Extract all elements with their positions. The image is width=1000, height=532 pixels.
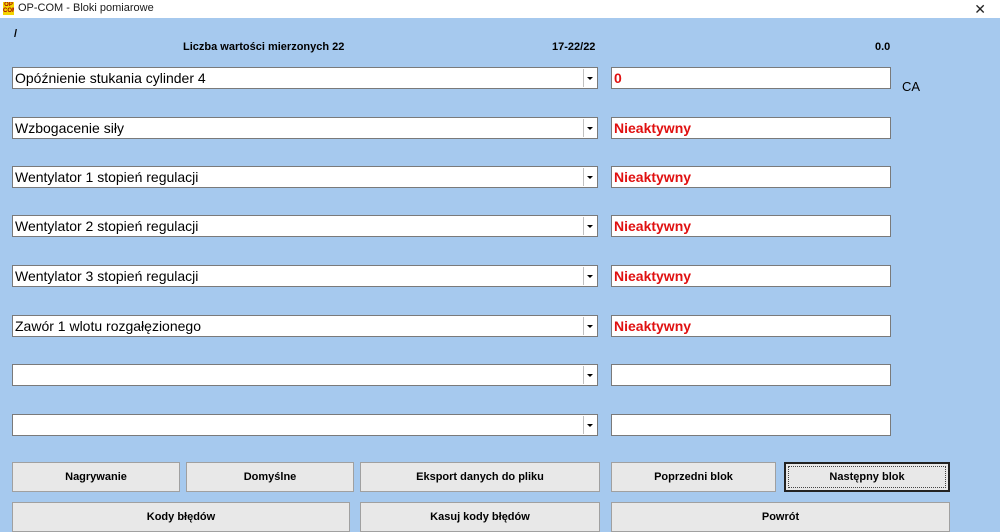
value-field-6: Nieaktywny — [611, 315, 891, 337]
window-title: OP-COM - Bloki pomiarowe — [18, 2, 154, 14]
value-text: Nieaktywny — [614, 318, 692, 334]
parameter-select-text: Wentylator 3 stopień regulacji — [15, 268, 199, 284]
next-block-button[interactable]: Następny blok — [784, 462, 950, 492]
value-field-8 — [611, 414, 891, 436]
previous-block-button[interactable]: Poprzedni blok — [611, 462, 776, 492]
export-button[interactable]: Eksport danych do pliku — [360, 462, 600, 492]
chevron-down-icon[interactable] — [583, 317, 596, 335]
unit-label-1: CA — [902, 79, 921, 94]
value-field-7 — [611, 364, 891, 386]
chevron-down-icon[interactable] — [583, 119, 596, 137]
measured-values-count: Liczba wartości mierzonych 22 — [183, 41, 345, 53]
parameter-select-text: Opóźnienie stukania cylinder 4 — [15, 70, 206, 86]
back-button[interactable]: Powrót — [611, 502, 950, 532]
close-icon[interactable]: ✕ — [974, 0, 986, 18]
app-logo-icon: OP COM — [3, 2, 14, 15]
chevron-down-icon[interactable] — [583, 168, 596, 186]
value-field-4: Nieaktywny — [611, 215, 891, 237]
value-field-1: 0 — [611, 67, 891, 89]
parameter-select-6[interactable]: Zawór 1 wlotu rozgałęzionego — [12, 315, 598, 337]
parameter-select-text: Wentylator 1 stopień regulacji — [15, 169, 199, 185]
chevron-down-icon[interactable] — [583, 69, 596, 87]
parameter-select-text: Zawór 1 wlotu rozgałęzionego — [15, 318, 201, 334]
block-range: 17-22/22 — [552, 41, 596, 53]
value-text: 0 — [614, 70, 622, 86]
parameter-select-text: Wentylator 2 stopień regulacji — [15, 218, 199, 234]
value-text: Nieaktywny — [614, 268, 692, 284]
chevron-down-icon[interactable] — [583, 217, 596, 235]
chevron-down-icon[interactable] — [583, 366, 596, 384]
value-field-2: Nieaktywny — [611, 117, 891, 139]
value-field-3: Nieaktywny — [611, 166, 891, 188]
parameter-select-8[interactable] — [12, 414, 598, 436]
value-text: Nieaktywny — [614, 218, 692, 234]
value-text: Nieaktywny — [614, 169, 692, 185]
chevron-down-icon[interactable] — [583, 267, 596, 285]
header-value: 0.0 — [875, 41, 891, 53]
parameter-select-7[interactable] — [12, 364, 598, 386]
title-bar: OP COM OP-COM - Bloki pomiarowe ✕ — [0, 0, 1000, 18]
parameter-select-5[interactable]: Wentylator 3 stopień regulacji — [12, 265, 598, 287]
chevron-down-icon[interactable] — [583, 416, 596, 434]
parameter-select-2[interactable]: Wzbogacenie siły — [12, 117, 598, 139]
header-slash: / — [14, 28, 18, 40]
defaults-button[interactable]: Domyślne — [186, 462, 354, 492]
parameter-select-text: Wzbogacenie siły — [15, 120, 124, 136]
clear-error-codes-button[interactable]: Kasuj kody błędów — [360, 502, 600, 532]
record-button[interactable]: Nagrywanie — [12, 462, 180, 492]
error-codes-button[interactable]: Kody błędów — [12, 502, 350, 532]
value-text: Nieaktywny — [614, 120, 692, 136]
parameter-select-1[interactable]: Opóźnienie stukania cylinder 4 — [12, 67, 598, 89]
parameter-select-3[interactable]: Wentylator 1 stopień regulacji — [12, 166, 598, 188]
value-field-5: Nieaktywny — [611, 265, 891, 287]
parameter-select-4[interactable]: Wentylator 2 stopień regulacji — [12, 215, 598, 237]
